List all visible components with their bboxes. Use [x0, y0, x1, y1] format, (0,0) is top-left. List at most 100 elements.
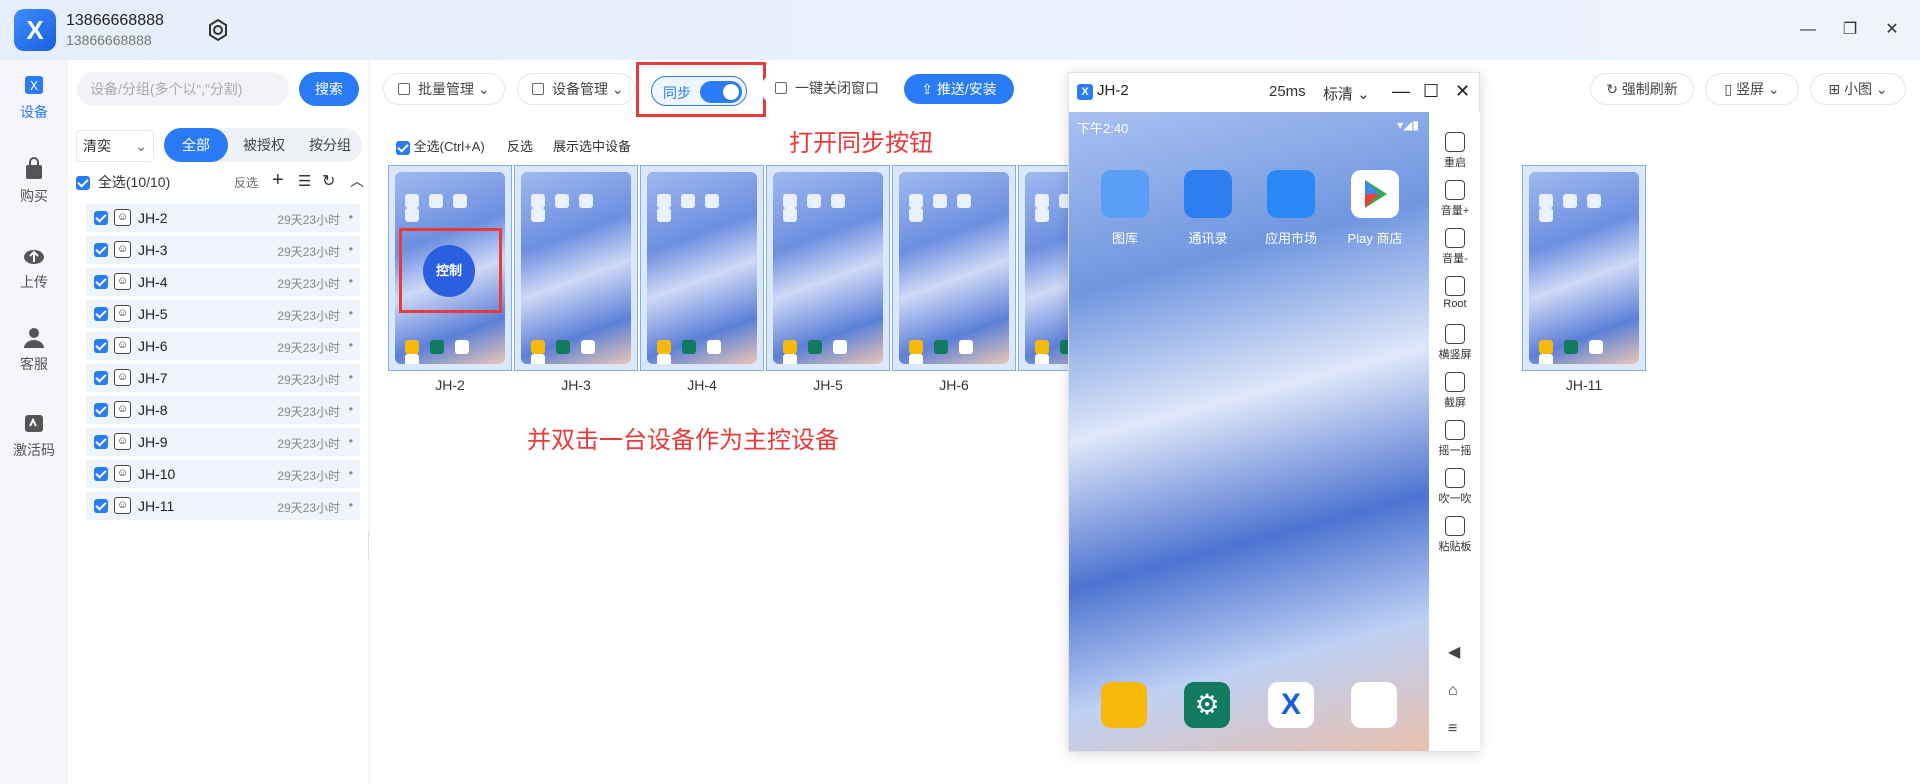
device-more-icon[interactable]: •: [349, 370, 353, 384]
device-row[interactable]: ☺ JH-9 29天23小时 •: [86, 428, 360, 456]
window-minimize-button[interactable]: —: [1392, 81, 1410, 102]
side-action-3[interactable]: Root: [1430, 276, 1480, 310]
thumbnail-label: JH-11: [1565, 377, 1603, 393]
device-more-icon[interactable]: •: [349, 466, 353, 480]
close-all-windows-button[interactable]: 一键关闭窗口: [761, 73, 895, 105]
subbar-select-all-checkbox[interactable]: [396, 140, 410, 155]
device-more-icon[interactable]: •: [349, 274, 353, 288]
device-thumbnail[interactable]: [640, 165, 764, 371]
device-thumbnail[interactable]: [514, 165, 638, 371]
tab-all[interactable]: 全部: [164, 128, 228, 162]
device-row[interactable]: ☺ JH-11 29天23小时 •: [86, 492, 360, 520]
back-icon[interactable]: ◀: [1448, 642, 1460, 662]
window-close-button[interactable]: ✕: [1455, 81, 1470, 102]
minimize-button[interactable]: —: [1796, 18, 1820, 42]
device-time: 29天23小时: [277, 277, 340, 291]
side-action-6[interactable]: 摇一摇: [1430, 420, 1480, 458]
phone-screen[interactable]: 下午2:40 ▾◢▮ 图库 通讯录 应用市场 Play 商店 ⚙ X: [1069, 112, 1429, 751]
force-refresh-button[interactable]: ↻ 强制刷新: [1590, 73, 1694, 105]
device-checkbox[interactable]: [94, 275, 108, 289]
quality-select[interactable]: 标清 ⌄: [1323, 83, 1370, 104]
gallery-app-icon[interactable]: [1101, 170, 1149, 218]
device-row[interactable]: ☺ JH-4 29天23小时 •: [86, 268, 360, 296]
device-row[interactable]: ☺ JH-7 29天23小时 •: [86, 364, 360, 392]
settings-gear-icon[interactable]: [206, 18, 230, 42]
filter-select[interactable]: 清奕 ⌄: [76, 130, 154, 162]
side-action-2[interactable]: 音量-: [1430, 228, 1480, 266]
files-app-icon[interactable]: [1101, 682, 1147, 728]
device-checkbox[interactable]: [94, 243, 108, 257]
device-manage-button[interactable]: 设备管理 ⌄: [517, 73, 635, 105]
device-checkbox[interactable]: [94, 467, 108, 481]
search-input[interactable]: 设备/分组(多个以“,”分割): [77, 72, 289, 106]
device-more-icon[interactable]: •: [349, 306, 353, 320]
side-action-icon: [1445, 468, 1465, 488]
side-action-5[interactable]: 截屏: [1430, 372, 1480, 410]
device-thumbnail[interactable]: [1522, 165, 1646, 371]
device-more-icon[interactable]: •: [349, 402, 353, 416]
device-thumbnail[interactable]: [892, 165, 1016, 371]
settings-app-icon[interactable]: ⚙: [1184, 682, 1230, 728]
device-time: 29天23小时: [277, 341, 340, 355]
subbar-select-all[interactable]: 全选(Ctrl+A): [396, 136, 485, 155]
nav-activation[interactable]: 激活码: [0, 410, 68, 460]
device-row[interactable]: ☺ JH-8 29天23小时 •: [86, 396, 360, 424]
device-name: JH-2: [138, 210, 168, 226]
add-icon[interactable]: +: [272, 169, 284, 192]
tab-by-group[interactable]: 按分组: [298, 128, 362, 162]
search-button[interactable]: 搜索: [299, 72, 359, 106]
device-row[interactable]: ☺ JH-6 29天23小时 •: [86, 332, 360, 360]
device-checkbox[interactable]: [94, 211, 108, 225]
side-action-8[interactable]: 粘贴板: [1430, 516, 1480, 554]
device-row[interactable]: ☺ JH-3 29天23小时 •: [86, 236, 360, 264]
tab-authorized[interactable]: 被授权: [232, 128, 296, 162]
device-checkbox[interactable]: [94, 435, 108, 449]
device-more-icon[interactable]: •: [349, 210, 353, 224]
orientation-button[interactable]: ▯ 竖屏 ⌄: [1705, 73, 1799, 105]
nav-service[interactable]: 客服: [0, 324, 68, 374]
subbar-show-selected[interactable]: 展示选中设备: [553, 136, 631, 155]
device-checkbox[interactable]: [94, 499, 108, 513]
main-nav: X 设备 购买 上传 客服 激活码: [0, 60, 68, 784]
push-install-button[interactable]: ⇪ 推送/安装: [904, 74, 1014, 104]
device-thumbnail[interactable]: [766, 165, 890, 371]
invert-selection[interactable]: 反选: [234, 174, 258, 191]
app-market-icon[interactable]: [1267, 170, 1315, 218]
nav-device[interactable]: X 设备: [0, 72, 68, 122]
nav-upload[interactable]: 上传: [0, 242, 68, 292]
x-app-icon[interactable]: X: [1268, 682, 1314, 728]
play-store-icon[interactable]: [1351, 170, 1399, 218]
refresh-icon[interactable]: ↻: [322, 171, 335, 191]
side-action-0[interactable]: 重启: [1430, 132, 1480, 170]
subbar-invert[interactable]: 反选: [507, 136, 533, 155]
device-more-icon[interactable]: •: [349, 434, 353, 448]
batch-manage-button[interactable]: 批量管理 ⌄: [383, 73, 505, 105]
side-action-4[interactable]: 横竖屏: [1430, 324, 1480, 362]
chevron-up-icon[interactable]: ︿: [350, 171, 364, 191]
contacts-app-icon[interactable]: [1184, 170, 1232, 218]
device-more-icon[interactable]: •: [349, 338, 353, 352]
window-maximize-button[interactable]: ☐: [1423, 81, 1439, 102]
select-all-checkbox[interactable]: [76, 176, 90, 191]
device-more-icon[interactable]: •: [349, 242, 353, 256]
view-size-button[interactable]: ⊞ 小图 ⌄: [1810, 73, 1906, 105]
device-checkbox[interactable]: [94, 403, 108, 417]
close-button[interactable]: ✕: [1880, 18, 1904, 42]
device-row[interactable]: ☺ JH-10 29天23小时 •: [86, 460, 360, 488]
home-icon[interactable]: ⌂: [1448, 682, 1458, 700]
device-checkbox[interactable]: [94, 339, 108, 353]
device-row[interactable]: ☺ JH-5 29天23小时 •: [86, 300, 360, 328]
device-row[interactable]: ☺ JH-2 29天23小时 •: [86, 204, 360, 232]
restore-button[interactable]: ❐: [1838, 18, 1862, 42]
side-action-label: 音量-: [1442, 253, 1468, 265]
side-action-1[interactable]: 音量+: [1430, 180, 1480, 218]
menu-icon[interactable]: ≡: [1448, 720, 1457, 738]
side-action-icon: [1445, 516, 1465, 536]
device-checkbox[interactable]: [94, 371, 108, 385]
sort-icon[interactable]: ☰: [298, 172, 311, 190]
side-action-7[interactable]: 吹一吹: [1430, 468, 1480, 506]
device-checkbox[interactable]: [94, 307, 108, 321]
nav-buy[interactable]: 购买: [0, 156, 68, 206]
device-app-icon[interactable]: [1351, 682, 1397, 728]
device-more-icon[interactable]: •: [349, 498, 353, 512]
